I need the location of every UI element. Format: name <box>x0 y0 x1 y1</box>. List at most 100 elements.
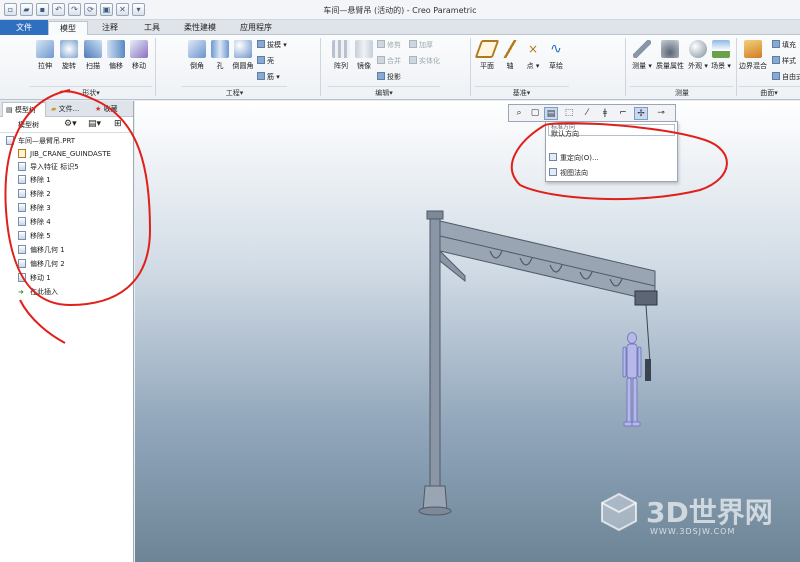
freestyle-button[interactable]: 自由式 <box>772 72 800 82</box>
group-measure[interactable]: 测量 <box>630 86 734 98</box>
part-icon <box>6 136 14 145</box>
measure-button[interactable]: 测量 ▾ <box>631 40 653 71</box>
group-shape[interactable]: 形状▾ <box>30 86 152 98</box>
scene-button[interactable]: 场景 ▾ <box>710 40 732 71</box>
insert-arrow-icon: ➜ <box>18 288 24 296</box>
view-normal-menu-item[interactable]: 视图法向 <box>549 167 588 179</box>
tree-item-remove-2[interactable]: 移除 2 <box>18 188 51 201</box>
draft-button[interactable]: 拔模 ▾ <box>257 40 287 50</box>
tab-annotate[interactable]: 注释 <box>90 21 130 35</box>
tree-settings-icon[interactable]: ⚙▾ <box>64 119 77 129</box>
crane-column <box>429 215 441 492</box>
tree-item-import-feature[interactable]: 导入特征 标识5 <box>18 161 79 174</box>
remove-icon <box>18 203 26 212</box>
tab-model-tree[interactable]: ▤ 模型树 <box>2 102 46 117</box>
saved-orientations-icon[interactable]: ▤ <box>544 107 558 120</box>
pattern-button[interactable]: 阵列 <box>330 40 352 71</box>
axis-button[interactable]: 轴 <box>499 40 521 71</box>
round-button[interactable]: 倒圆角 <box>232 40 254 71</box>
watermark-brand: 3D世界网 <box>646 496 773 529</box>
thicken-button[interactable]: 加厚 <box>409 40 433 50</box>
tree-item-csys[interactable]: JIB_CRANE_GUINDASTE <box>18 148 111 161</box>
project-button[interactable]: 投影 <box>377 72 401 82</box>
title-bar: ▫ ▰ ▪ ↶ ↷ ⟳ ▣ ✕ ▾ 车间—悬臂吊 (活动的) - Creo Pa… <box>0 0 800 20</box>
sketch-button[interactable]: ∿ 草绘 <box>545 40 567 71</box>
tree-item-part[interactable]: 车间—悬臂吊.PRT <box>6 135 75 148</box>
weight-icon <box>661 40 679 58</box>
display-style-icon[interactable]: ⬚ <box>562 107 576 120</box>
tab-flexible-modeling[interactable]: 柔性建模 <box>174 21 226 35</box>
solidify-button[interactable]: 实体化 <box>409 56 440 66</box>
appearance-button[interactable]: 外观 ▾ <box>687 40 709 71</box>
offset-button[interactable]: 偏移 <box>105 40 127 71</box>
revolve-button[interactable]: 旋转 <box>58 40 80 71</box>
spin-center-icon[interactable]: ✢ <box>634 107 648 120</box>
remove-icon <box>18 217 26 226</box>
draft-icon <box>257 40 265 48</box>
boundary-blend-button[interactable]: 边界混合 <box>738 40 768 71</box>
csys-icon <box>18 149 26 158</box>
axis-icon <box>501 40 519 58</box>
separator <box>625 38 626 96</box>
tab-model[interactable]: 模型 <box>48 21 88 35</box>
revolve-icon <box>60 40 78 58</box>
tab-applications[interactable]: 应用程序 <box>228 21 284 35</box>
tree-item-remove-1[interactable]: 移除 1 <box>18 174 51 187</box>
annotation-display-icon[interactable]: ⊸ <box>654 107 668 120</box>
group-engineering[interactable]: 工程▾ <box>182 86 287 98</box>
graphics-viewport[interactable]: ⌕ ▢ ▤ ⬚ ⁄ ǂ ⌐ ✢ ⊸ 标准方向 默认方向 重定向(O)... 视图… <box>135 101 800 562</box>
tree-item-offset-geom-2[interactable]: 偏移几何 2 <box>18 258 65 271</box>
reorient-menu-item[interactable]: 重定向(O)... <box>549 152 599 164</box>
point-button[interactable]: × 点 ▾ <box>522 40 544 71</box>
csys-display-icon[interactable]: ⌐ <box>616 107 630 120</box>
fill-button[interactable]: 填充 <box>772 40 796 50</box>
plane-button[interactable]: 平面 <box>474 40 500 71</box>
tree-filter-icon[interactable]: ⊞ <box>114 119 122 129</box>
window-title: 车间—悬臂吊 (活动的) - Creo Parametric <box>323 6 477 15</box>
refit-icon[interactable]: ▢ <box>528 107 542 120</box>
group-datum[interactable]: 基准▾ <box>474 86 569 98</box>
tree-item-remove-4[interactable]: 移除 4 <box>18 216 51 229</box>
axis-display-icon[interactable]: ǂ <box>598 107 612 120</box>
tree-item-remove-3[interactable]: 移除 3 <box>18 202 51 215</box>
freestyle-icon <box>772 72 780 80</box>
rib-button[interactable]: 筋 ▾ <box>257 72 280 82</box>
group-editing[interactable]: 编辑▾ <box>328 86 440 98</box>
tree-item-move-1[interactable]: 移动 1 <box>18 272 51 285</box>
saved-orientations-dropdown: 标准方向 默认方向 重定向(O)... 视图法向 <box>545 121 678 182</box>
style-icon <box>772 56 780 64</box>
shell-button[interactable]: 壳 <box>257 56 274 66</box>
merge-button[interactable]: 合并 <box>377 56 401 66</box>
sweep-button[interactable]: 扫描 <box>82 40 104 71</box>
scene-icon <box>712 40 730 58</box>
chamfer-button[interactable]: 倒角 <box>186 40 208 71</box>
tab-folder-browser[interactable]: ▰ 文件... <box>48 102 90 117</box>
datum-display-icon[interactable]: ⁄ <box>580 107 594 120</box>
mirror-button[interactable]: 镜像 <box>353 40 375 71</box>
zoom-icon[interactable]: ⌕ <box>512 107 526 120</box>
mirror-icon <box>355 40 373 58</box>
extrude-button[interactable]: 拉伸 <box>34 40 56 71</box>
view-normal-icon <box>549 168 557 176</box>
hole-button[interactable]: 孔 <box>209 40 231 71</box>
move-button[interactable]: 移动 <box>128 40 150 71</box>
tab-file[interactable]: 文件 <box>0 20 48 35</box>
thicken-icon <box>409 40 417 48</box>
trim-button[interactable]: 修剪 <box>377 40 401 50</box>
offset-geometry-icon <box>18 259 26 268</box>
tree-item-insert-here[interactable]: ➜ 在此插入 <box>18 286 58 299</box>
style-button[interactable]: 样式 <box>772 56 796 66</box>
tree-item-remove-5[interactable]: 移除 5 <box>18 230 51 243</box>
group-surfaces[interactable]: 曲面▾ <box>738 86 800 98</box>
offset-geometry-icon <box>18 245 26 254</box>
tab-favorites[interactable]: ★ 收藏 <box>92 102 132 117</box>
tree-show-icon[interactable]: ▤▾ <box>88 119 101 129</box>
tree-item-offset-geom-1[interactable]: 偏移几何 1 <box>18 244 65 257</box>
tab-tools[interactable]: 工具 <box>132 21 172 35</box>
separator <box>736 38 737 96</box>
mass-properties-button[interactable]: 质量属性 <box>656 40 684 71</box>
orientation-default[interactable]: 默认方向 <box>551 131 674 138</box>
solidify-icon <box>409 56 417 64</box>
merge-icon <box>377 56 385 64</box>
orientation-list[interactable]: 标准方向 默认方向 <box>548 124 675 138</box>
